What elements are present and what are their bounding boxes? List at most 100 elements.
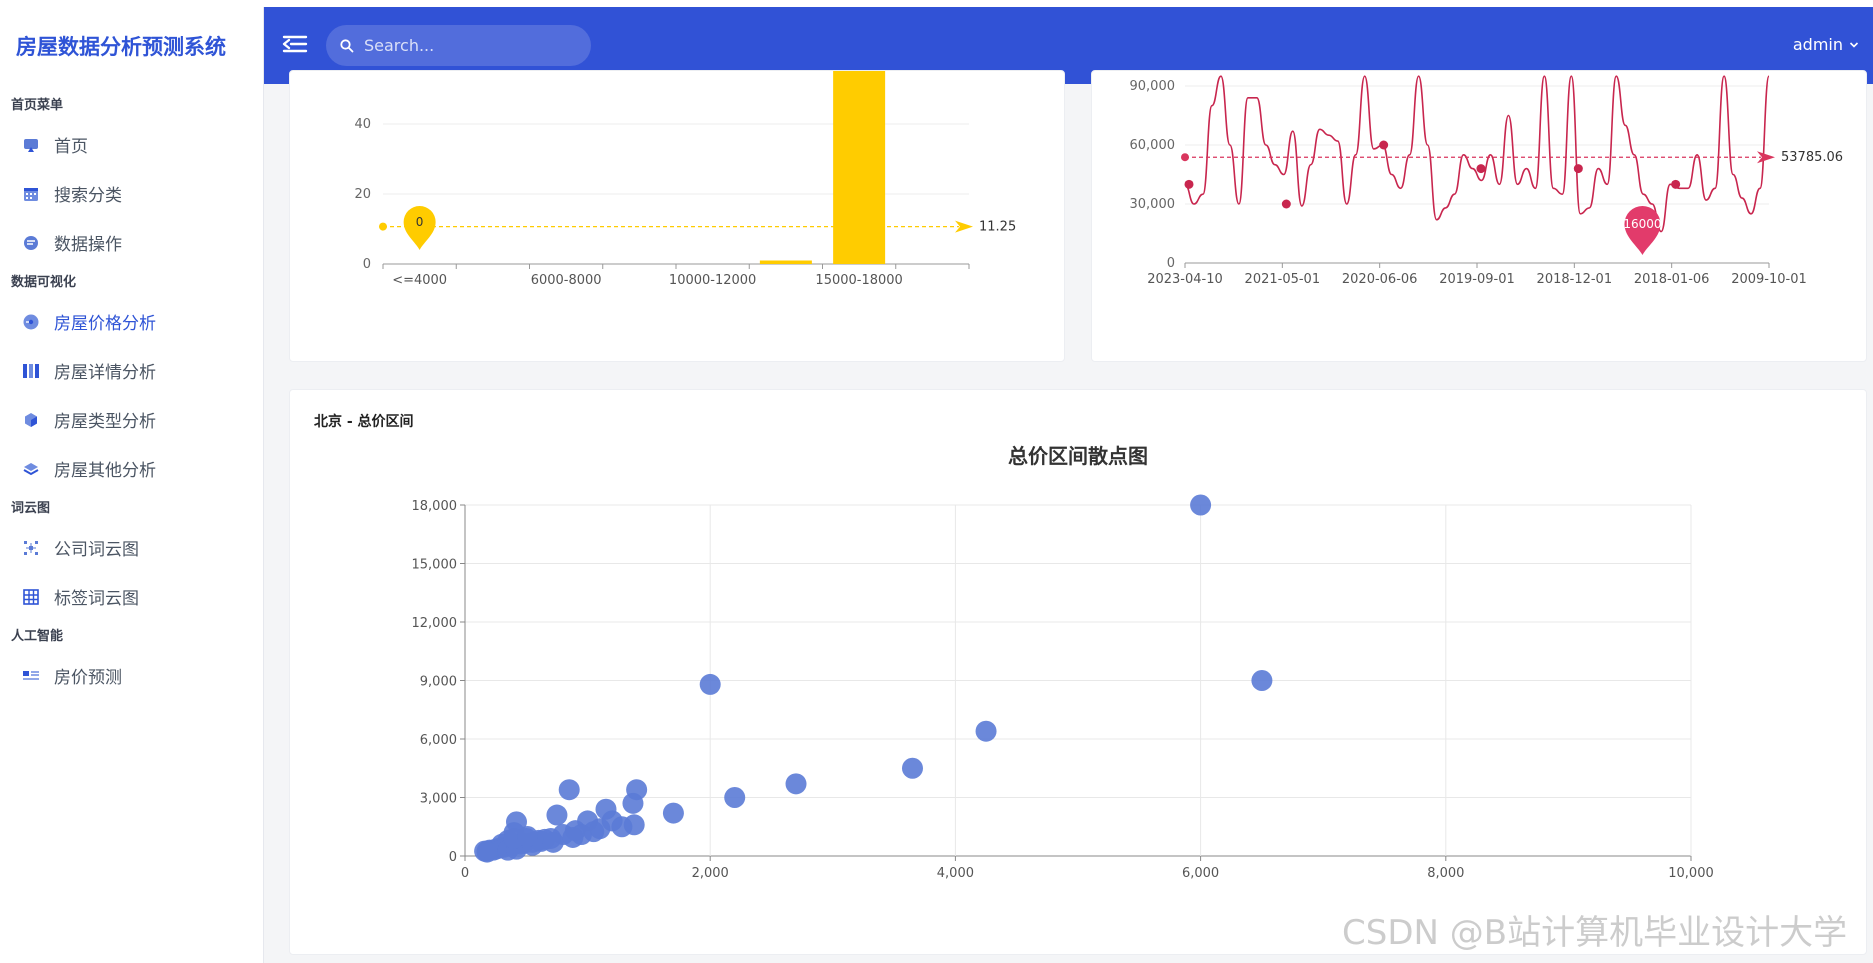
x-tick-label: 10,000 (1668, 866, 1714, 881)
sidebar-item[interactable]: 房屋价格分析 (0, 297, 263, 346)
sidebar-item-label: 搜索分类 (54, 186, 122, 206)
x-tick-label: 0 (461, 866, 469, 881)
price-trend-line-card: 0 30,000 60,000 90,000 2023-04-10 2021-05-01 2… (1091, 70, 1867, 362)
bar (759, 260, 812, 264)
price-range-bar-chart: 0 20 40 <=4000 6000-8000 10000-12000 15000-180… (354, 61, 1016, 288)
sidebar-item-label: 房屋类型分析 (54, 412, 156, 432)
chat-icon (22, 234, 40, 252)
user-menu[interactable]: admin (1793, 35, 1859, 54)
scatter-point (583, 821, 605, 843)
scatter-point (562, 826, 584, 848)
y-tick-label: 40 (354, 117, 371, 132)
scatter-point (622, 792, 644, 814)
y-tick-label: 0 (449, 850, 457, 865)
y-tick-label: 9,000 (420, 675, 457, 690)
search-input[interactable] (364, 36, 574, 55)
sidebar-section-title: 词云图 (11, 500, 51, 516)
scatter-point (1251, 670, 1273, 691)
price-trend-line-chart: 0 30,000 60,000 90,000 2023-04-10 2021-05-01 2… (1130, 75, 1843, 287)
search-box[interactable] (326, 25, 591, 66)
x-tick-label: 2018-12-01 (1537, 272, 1613, 287)
x-tick-label: 6000-8000 (531, 273, 602, 288)
search-icon (340, 38, 354, 52)
sidebar-item[interactable]: 房屋其他分析 (0, 444, 263, 493)
data-point (1476, 164, 1486, 174)
mark-point-label: 16000 (1623, 217, 1661, 231)
scatter-point (901, 757, 923, 779)
sidebar-item-label: 数据操作 (54, 235, 122, 255)
sidebar-section-title: 首页菜单 (11, 97, 64, 113)
sidebar-item[interactable]: 房价预测 (0, 651, 263, 700)
app-title[interactable]: 房屋数据分析预测系统 (0, 7, 263, 84)
list-icon (22, 667, 40, 685)
x-tick-label: 2018-01-06 (1634, 272, 1710, 287)
y-tick-label: 90,000 (1130, 79, 1176, 94)
sidebar-item[interactable]: 公司词云图 (0, 523, 263, 572)
scatter-point (699, 673, 721, 695)
app-root: 房屋数据分析预测系统 首页菜单首页搜索分类数据操作数据可视化房屋价格分析房屋详情… (0, 0, 1873, 963)
sidebar-item-label: 公司词云图 (54, 540, 139, 560)
x-tick-label: 2009-10-01 (1731, 272, 1807, 287)
scatter-point (975, 720, 997, 742)
y-tick-label: 0 (1167, 256, 1175, 271)
x-tick-label: 6,000 (1182, 866, 1219, 881)
data-point (1184, 179, 1194, 189)
sidebar: 房屋数据分析预测系统 首页菜单首页搜索分类数据操作数据可视化房屋价格分析房屋详情… (0, 7, 264, 963)
x-tick-label: 2020-06-06 (1342, 272, 1418, 287)
home-icon (22, 136, 40, 154)
network-icon (22, 539, 40, 557)
sidebar-item[interactable]: 房屋类型分析 (0, 395, 263, 444)
y-tick-label: 20 (354, 187, 371, 202)
menu-toggle-icon[interactable] (282, 33, 308, 55)
data-point (1573, 164, 1583, 174)
sidebar-item-label: 房屋价格分析 (54, 314, 156, 334)
sidebar-item[interactable]: 房屋详情分析 (0, 346, 263, 395)
sidebar-item[interactable]: 数据操作 (0, 218, 263, 267)
y-tick-label: 18,000 (412, 499, 458, 514)
x-tick-label: 8,000 (1427, 866, 1464, 881)
chevron-down-icon (1849, 41, 1859, 48)
y-tick-label: 3,000 (420, 792, 457, 807)
x-tick-label: 10000-12000 (669, 273, 756, 288)
scatter-point (1190, 494, 1212, 516)
watermark: CSDN @B站计算机毕业设计大学 (1342, 913, 1848, 953)
bar (833, 61, 886, 264)
scatter-point (546, 804, 568, 826)
data-point (1281, 199, 1291, 209)
sidebar-item[interactable]: 标签词云图 (0, 572, 263, 621)
sidebar-nav: 首页菜单首页搜索分类数据操作数据可视化房屋价格分析房屋详情分析房屋类型分析 房屋其… (0, 92, 263, 700)
total-price-scatter-chart: 0 3,000 6,000 9,000 12,000 15,000 18,000 0 2,000… (412, 494, 1714, 881)
username: admin (1792, 35, 1843, 54)
cube-icon (22, 411, 40, 429)
scatter-point (558, 779, 580, 801)
sidebar-section-title: 数据可视化 (11, 274, 77, 290)
scatter-point (785, 773, 807, 795)
x-tick-label: 2021-05-01 (1245, 272, 1321, 287)
sidebar-item[interactable]: 首页 (0, 120, 263, 169)
mark-line-start (379, 222, 387, 231)
x-tick-label: 15000-18000 (815, 273, 902, 288)
x-tick-label: 2023-04-10 (1147, 272, 1223, 287)
grid-icon (22, 588, 40, 606)
sidebar-section-title: 人工智能 (11, 628, 64, 644)
sidebar-item-label: 标签词云图 (54, 589, 139, 609)
scatter-point (476, 841, 498, 863)
y-tick-label: 12,000 (412, 616, 458, 631)
mark-line-label: 11.25 (979, 220, 1016, 235)
x-tick-label: <=4000 (392, 273, 447, 288)
x-tick-label: 2,000 (692, 866, 729, 881)
layers-icon (22, 460, 40, 478)
sidebar-item-label: 首页 (54, 137, 88, 157)
scatter-point (542, 831, 564, 853)
sidebar-item-label: 房价预测 (54, 668, 122, 688)
scatter-point (724, 787, 746, 808)
sidebar-item-label: 房屋其他分析 (54, 461, 156, 481)
sidebar-item[interactable]: 搜索分类 (0, 169, 263, 218)
scatter-point (662, 802, 684, 824)
top-strip (0, 0, 1873, 7)
mark-point-label: 0 (416, 215, 424, 229)
x-tick-label: 4,000 (937, 866, 974, 881)
x-tick-label: 2019-09-01 (1439, 272, 1515, 287)
y-tick-label: 30,000 (1130, 197, 1176, 212)
price-range-bar-card: 0 20 40 <=4000 6000-8000 10000-12000 15000-180… (289, 61, 1065, 362)
